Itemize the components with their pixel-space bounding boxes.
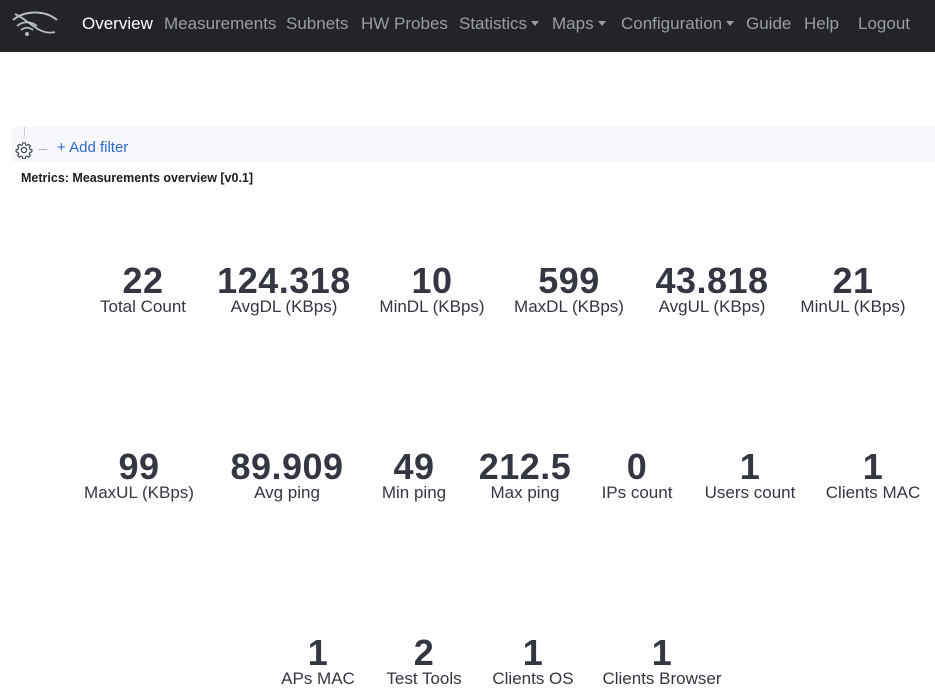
metric-avgdl: 124.318 AvgDL (KBps): [204, 263, 364, 317]
metric-value: 21: [832, 260, 874, 301]
filter-bar: + Add filter: [12, 127, 935, 162]
nav-logout[interactable]: Logout: [858, 0, 910, 52]
add-filter-link[interactable]: + Add filter: [57, 139, 128, 156]
nav-guide[interactable]: Guide: [746, 0, 791, 52]
metric-avgul: 43.818 AvgUL (KBps): [632, 263, 792, 317]
metric-value: 124.318: [217, 260, 351, 301]
metric-maxul: 99 MaxUL (KBps): [59, 449, 219, 503]
divider: [24, 127, 25, 136]
metric-label: Clients MAC: [825, 483, 921, 502]
metric-value: 99: [118, 446, 160, 487]
caret-down-icon: [726, 21, 735, 26]
metric-label: MinUL (KBps): [800, 297, 906, 316]
metric-value: 10: [411, 260, 453, 301]
metric-label: MaxDL (KBps): [514, 297, 624, 316]
metric-value: 43.818: [655, 260, 769, 301]
wifi-logo-icon[interactable]: [11, 10, 59, 40]
metric-value: 1: [862, 446, 884, 487]
metric-value: 599: [538, 260, 600, 301]
nav-measurements[interactable]: Measurements: [164, 0, 276, 52]
metric-clients-mac: 1 Clients MAC: [793, 449, 935, 503]
panel-title: Metrics: Measurements overview [v0.1]: [21, 171, 254, 185]
metric-total-count: 22 Total Count: [63, 263, 223, 317]
metric-label: Total Count: [100, 297, 186, 316]
nav-configuration-dropdown[interactable]: Configuration: [621, 0, 735, 52]
metric-value: 1: [651, 632, 673, 673]
metric-label: MinDL (KBps): [379, 297, 485, 316]
metric-maxdl: 599 MaxDL (KBps): [489, 263, 649, 317]
nav-maps-dropdown[interactable]: Maps: [552, 0, 606, 52]
nav-overview[interactable]: Overview: [82, 0, 153, 52]
caret-down-icon: [531, 21, 540, 26]
nav-statistics-dropdown[interactable]: Statistics: [459, 0, 540, 52]
nav-subnets[interactable]: Subnets: [286, 0, 348, 52]
metric-clients-browser: 1 Clients Browser: [582, 635, 742, 689]
metric-mindl: 10 MinDL (KBps): [352, 263, 512, 317]
nav-help[interactable]: Help: [804, 0, 839, 52]
metric-minul: 21 MinUL (KBps): [773, 263, 933, 317]
metric-label: MaxUL (KBps): [84, 483, 194, 502]
metric-label: Clients Browser: [602, 669, 722, 688]
top-navbar: Overview Measurements Subnets HW Probes …: [0, 0, 935, 52]
divider: [39, 149, 47, 150]
metric-value: 22: [122, 260, 164, 301]
gear-icon[interactable]: [15, 141, 33, 159]
nav-hw-probes[interactable]: HW Probes: [361, 0, 448, 52]
caret-down-icon: [597, 21, 606, 26]
